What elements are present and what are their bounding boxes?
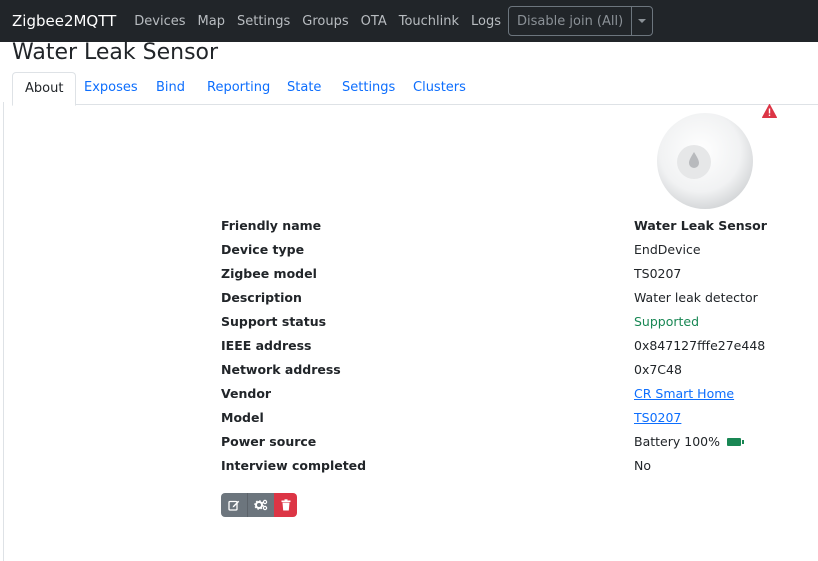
network-address-label: Network address (221, 362, 341, 377)
support-status-label: Support status (221, 314, 327, 329)
power-source-text: Battery 100% (634, 434, 720, 449)
tab-reporting[interactable]: Reporting (207, 72, 270, 104)
battery-full-icon (726, 437, 744, 446)
row-support-status: Support status Supported (221, 314, 781, 338)
row-vendor: Vendor CR Smart Home (221, 386, 781, 410)
description-value: Water leak detector (634, 290, 758, 305)
ieee-address-label: IEEE address (221, 338, 312, 353)
tab-about[interactable]: About (12, 72, 77, 106)
tab-clusters[interactable]: Clusters (413, 72, 466, 104)
device-image (657, 113, 753, 209)
container-border (3, 102, 4, 561)
zigbee-model-value: TS0207 (634, 266, 682, 281)
trash-icon (281, 499, 290, 511)
gears-icon (254, 499, 268, 511)
row-interview-completed: Interview completed No (221, 458, 781, 482)
nav-link-settings[interactable]: Settings (237, 14, 290, 29)
configure-button[interactable] (247, 493, 274, 517)
warning-triangle-icon[interactable] (762, 104, 777, 118)
brand-link[interactable]: Zigbee2MQTT (12, 12, 116, 30)
row-ieee-address: IEEE address 0x847127fffe27e448 (221, 338, 781, 362)
nav-link-logs[interactable]: Logs (471, 14, 501, 29)
power-source-value: Battery 100% (634, 434, 744, 449)
row-model: Model TS0207 (221, 410, 781, 434)
interview-completed-value: No (634, 458, 651, 473)
delete-button[interactable] (274, 493, 297, 517)
network-address-value: 0x7C48 (634, 362, 682, 377)
disable-join-button[interactable]: Disable join (All) (509, 7, 631, 35)
nav-link-touchlink[interactable]: Touchlink (399, 14, 459, 29)
nav-link-ota[interactable]: OTA (361, 14, 387, 29)
row-description: Description Water leak detector (221, 290, 781, 314)
tab-settings[interactable]: Settings (342, 72, 395, 104)
tab-exposes[interactable]: Exposes (84, 72, 138, 104)
device-actions (221, 493, 297, 517)
row-friendly-name: Friendly name Water Leak Sensor (221, 218, 781, 242)
support-status-value: Supported (634, 314, 700, 329)
power-source-label: Power source (221, 434, 317, 449)
model-link[interactable]: TS0207 (634, 410, 681, 425)
navbar: Zigbee2MQTT Devices Map Settings Groups … (0, 0, 818, 42)
device-tabs: About Exposes Bind Reporting State Setti… (12, 72, 818, 106)
zigbee-model-label: Zigbee model (221, 266, 317, 281)
join-dropdown-toggle[interactable] (631, 7, 652, 35)
interview-completed-label: Interview completed (221, 458, 367, 473)
row-power-source: Power source Battery 100% (221, 434, 781, 458)
page-title: Water Leak Sensor (12, 40, 219, 65)
chevron-down-icon (638, 19, 647, 23)
rename-button[interactable] (221, 493, 247, 517)
vendor-label: Vendor (221, 386, 272, 401)
row-device-type: Device type EndDevice (221, 242, 781, 266)
edit-icon (228, 500, 240, 511)
row-zigbee-model: Zigbee model TS0207 (221, 266, 781, 290)
nav-link-map[interactable]: Map (198, 14, 225, 29)
tab-bind[interactable]: Bind (156, 72, 185, 104)
vendor-link[interactable]: CR Smart Home (634, 386, 734, 401)
tab-state[interactable]: State (287, 72, 321, 104)
nav-link-devices[interactable]: Devices (134, 14, 185, 29)
device-type-value: EndDevice (634, 242, 701, 257)
friendly-name-value: Water Leak Sensor (634, 218, 767, 233)
permit-join-group: Disable join (All) (508, 6, 654, 36)
ieee-address-value: 0x847127fffe27e448 (634, 338, 766, 353)
model-label: Model (221, 410, 264, 425)
device-type-label: Device type (221, 242, 305, 257)
row-network-address: Network address 0x7C48 (221, 362, 781, 386)
description-label: Description (221, 290, 302, 305)
nav-link-groups[interactable]: Groups (302, 14, 348, 29)
friendly-name-label: Friendly name (221, 218, 322, 233)
